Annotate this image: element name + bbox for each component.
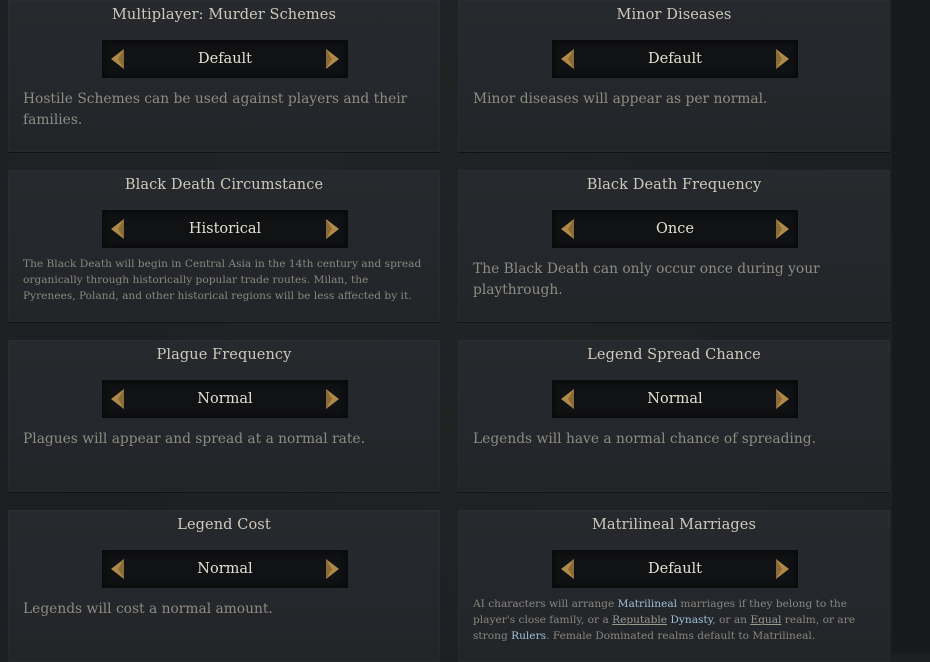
next-option-button[interactable] xyxy=(319,551,345,587)
previous-option-button[interactable] xyxy=(555,211,581,247)
option-selector: Default xyxy=(552,550,798,588)
triangle-left-icon xyxy=(111,219,124,239)
rule-title: Plague Frequency xyxy=(156,347,292,363)
previous-option-button[interactable] xyxy=(105,551,131,587)
next-option-button[interactable] xyxy=(769,381,795,417)
rule-card-minor-diseases: Minor Diseases Default Minor diseases wi… xyxy=(458,0,890,152)
option-value: Historical xyxy=(188,221,262,237)
triangle-right-icon xyxy=(326,389,339,409)
triangle-left-icon xyxy=(111,49,124,69)
triangle-right-icon xyxy=(326,49,339,69)
triangle-right-icon xyxy=(776,219,789,239)
option-value: Normal xyxy=(647,391,703,407)
rule-title: Matrilineal Marriages xyxy=(591,517,756,533)
triangle-left-icon xyxy=(111,559,124,579)
keyword-reputable-link[interactable]: Reputable xyxy=(612,614,667,626)
rule-card-legend-cost: Legend Cost Normal Legends will cost a n… xyxy=(8,510,440,662)
previous-option-button[interactable] xyxy=(555,41,581,77)
rule-card-black-death-frequency: Black Death Frequency Once The Black Dea… xyxy=(458,170,890,322)
option-selector: Historical xyxy=(102,210,348,248)
rule-card-murder-schemes: Multiplayer: Murder Schemes Default Host… xyxy=(8,0,440,152)
option-selector: Normal xyxy=(102,550,348,588)
option-value: Once xyxy=(656,221,694,237)
rule-description: Legends will have a normal chance of spr… xyxy=(473,431,816,447)
next-option-button[interactable] xyxy=(319,211,345,247)
rule-card-black-death-circumstance: Black Death Circumstance Historical The … xyxy=(8,170,440,322)
desc-text: AI characters will arrange xyxy=(473,598,618,610)
next-option-button[interactable] xyxy=(319,41,345,77)
triangle-right-icon xyxy=(776,49,789,69)
rule-title: Legend Cost xyxy=(177,517,271,533)
triangle-left-icon xyxy=(111,389,124,409)
scrollbar-track[interactable] xyxy=(892,0,930,653)
rule-description: Hostile Schemes can be used against play… xyxy=(23,91,408,128)
previous-option-button[interactable] xyxy=(105,211,131,247)
option-value: Normal xyxy=(197,561,253,577)
triangle-right-icon xyxy=(326,219,339,239)
rule-title: Legend Spread Chance xyxy=(587,347,761,363)
rule-title: Black Death Frequency xyxy=(586,177,762,193)
keyword-matrilineal-link[interactable]: Matrilineal xyxy=(618,598,677,610)
rule-description: Plagues will appear and spread at a norm… xyxy=(23,431,365,447)
option-selector: Once xyxy=(552,210,798,248)
triangle-left-icon xyxy=(561,389,574,409)
rule-description: Minor diseases will appear as per normal… xyxy=(473,91,768,107)
rule-title: Black Death Circumstance xyxy=(124,177,324,193)
next-option-button[interactable] xyxy=(769,211,795,247)
rule-title: Multiplayer: Murder Schemes xyxy=(111,7,337,23)
triangle-left-icon xyxy=(561,49,574,69)
triangle-left-icon xyxy=(561,559,574,579)
rule-description: The Black Death can only occur once duri… xyxy=(473,261,820,298)
option-value: Default xyxy=(647,561,703,577)
previous-option-button[interactable] xyxy=(105,381,131,417)
rule-title: Minor Diseases xyxy=(616,7,732,23)
rule-card-matrilineal-marriages: Matrilineal Marriages Default AI charact… xyxy=(458,510,890,662)
previous-option-button[interactable] xyxy=(555,381,581,417)
option-selector: Default xyxy=(102,40,348,78)
next-option-button[interactable] xyxy=(319,381,345,417)
desc-text: . Female Dominated realms default to Mat… xyxy=(546,630,816,642)
option-selector: Normal xyxy=(552,380,798,418)
keyword-dynasty-link[interactable]: Dynasty xyxy=(670,614,712,626)
desc-text: , or an xyxy=(712,614,751,626)
next-option-button[interactable] xyxy=(769,41,795,77)
next-option-button[interactable] xyxy=(769,551,795,587)
option-selector: Normal xyxy=(102,380,348,418)
previous-option-button[interactable] xyxy=(555,551,581,587)
rule-description: AI characters will arrange Matrilineal m… xyxy=(473,596,872,644)
keyword-equal-link[interactable]: Equal xyxy=(750,614,781,626)
triangle-right-icon xyxy=(326,559,339,579)
keyword-rulers-link[interactable]: Rulers xyxy=(511,630,546,642)
rule-description: Legends will cost a normal amount. xyxy=(23,601,273,617)
triangle-left-icon xyxy=(561,219,574,239)
option-selector: Default xyxy=(552,40,798,78)
rule-description: The Black Death will begin in Central As… xyxy=(23,258,422,302)
option-value: Normal xyxy=(197,391,253,407)
rule-card-plague-frequency: Plague Frequency Normal Plagues will app… xyxy=(8,340,440,492)
triangle-right-icon xyxy=(776,389,789,409)
option-value: Default xyxy=(647,51,703,67)
triangle-right-icon xyxy=(776,559,789,579)
rule-card-legend-spread-chance: Legend Spread Chance Normal Legends will… xyxy=(458,340,890,492)
option-value: Default xyxy=(197,51,253,67)
previous-option-button[interactable] xyxy=(105,41,131,77)
